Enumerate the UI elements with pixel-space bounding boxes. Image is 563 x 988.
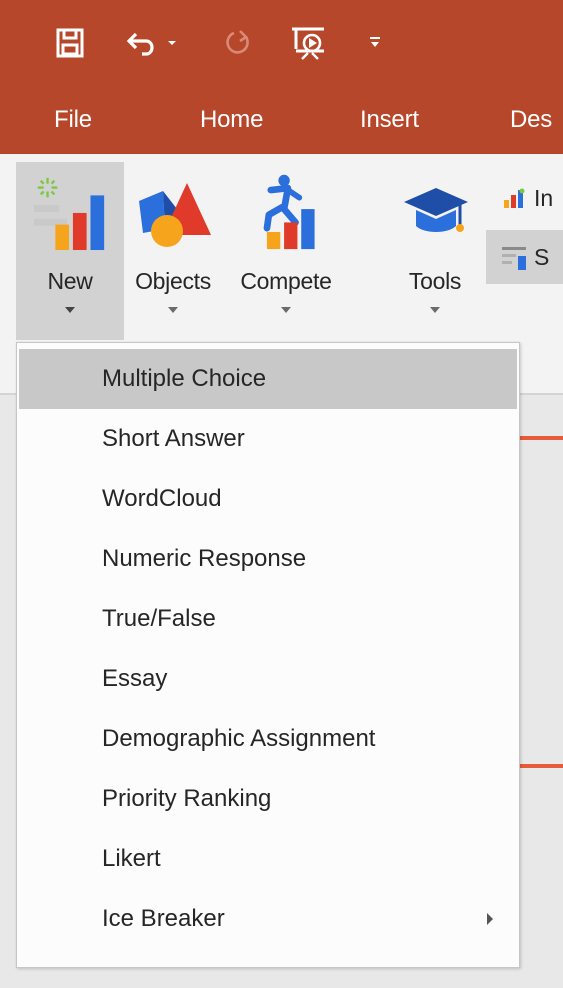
tab-design[interactable]: Des: [510, 106, 552, 134]
objects-icon: [133, 168, 213, 254]
customize-qat-icon[interactable]: [362, 22, 388, 64]
objects-button-label: Objects: [135, 268, 211, 294]
menu-item-priority-ranking[interactable]: Priority Ranking: [19, 769, 517, 829]
compete-button[interactable]: Compete: [222, 162, 350, 340]
menu-item-multiple-choice[interactable]: Multiple Choice: [19, 349, 517, 409]
chevron-down-icon: [168, 307, 178, 313]
insert-small-button-label: In: [534, 184, 554, 211]
small-list-chart-icon: [498, 241, 530, 273]
new-button[interactable]: New: [16, 162, 124, 340]
chevron-down-icon: [65, 307, 75, 313]
slide-accent-line-top: [520, 436, 563, 440]
compete-icon: [246, 168, 326, 254]
menu-item-essay[interactable]: Essay: [19, 649, 517, 709]
save-icon[interactable]: [50, 22, 90, 64]
redo-icon: [222, 22, 256, 64]
compete-button-label: Compete: [240, 268, 332, 294]
new-question-icon: [30, 168, 110, 254]
tools-button-label: Tools: [408, 268, 462, 294]
ribbon-tabs: File Home Insert Des: [0, 86, 563, 154]
menu-item-numeric-response[interactable]: Numeric Response: [19, 529, 517, 589]
submenu-arrow-icon: [487, 913, 493, 925]
tab-insert[interactable]: Insert: [360, 106, 419, 134]
small-chart-icon: [498, 182, 530, 214]
menu-item-likert[interactable]: Likert: [19, 829, 517, 889]
chevron-down-icon: [430, 307, 440, 313]
s-small-button-label: S: [534, 243, 550, 270]
tools-icon: [395, 168, 475, 254]
menu-item-short-answer[interactable]: Short Answer: [19, 409, 517, 469]
tab-file[interactable]: File: [54, 106, 92, 134]
menu-item-ice-breaker[interactable]: Ice Breaker: [19, 889, 517, 949]
menu-item-wordcloud[interactable]: WordCloud: [19, 469, 517, 529]
new-button-label: New: [47, 268, 93, 294]
menu-item-true-false[interactable]: True/False: [19, 589, 517, 649]
tab-home[interactable]: Home: [200, 106, 263, 134]
tools-button[interactable]: Tools: [392, 162, 478, 340]
start-from-beginning-icon[interactable]: [286, 22, 330, 64]
quick-access-toolbar: [0, 0, 563, 86]
menu-item-demographic-assignment[interactable]: Demographic Assignment: [19, 709, 517, 769]
slide-accent-line-bottom: [520, 764, 563, 768]
chevron-down-icon: [281, 307, 291, 313]
insert-small-button[interactable]: In: [486, 178, 553, 218]
objects-button[interactable]: Objects: [124, 162, 222, 340]
new-question-menu: Multiple Choice Short Answer WordCloud N…: [16, 342, 520, 968]
undo-dropdown-chevron-down-icon[interactable]: [164, 22, 180, 64]
menu-item-ice-breaker-label: Ice Breaker: [102, 905, 225, 932]
s-small-button[interactable]: S: [486, 230, 563, 284]
undo-icon[interactable]: [124, 22, 162, 64]
